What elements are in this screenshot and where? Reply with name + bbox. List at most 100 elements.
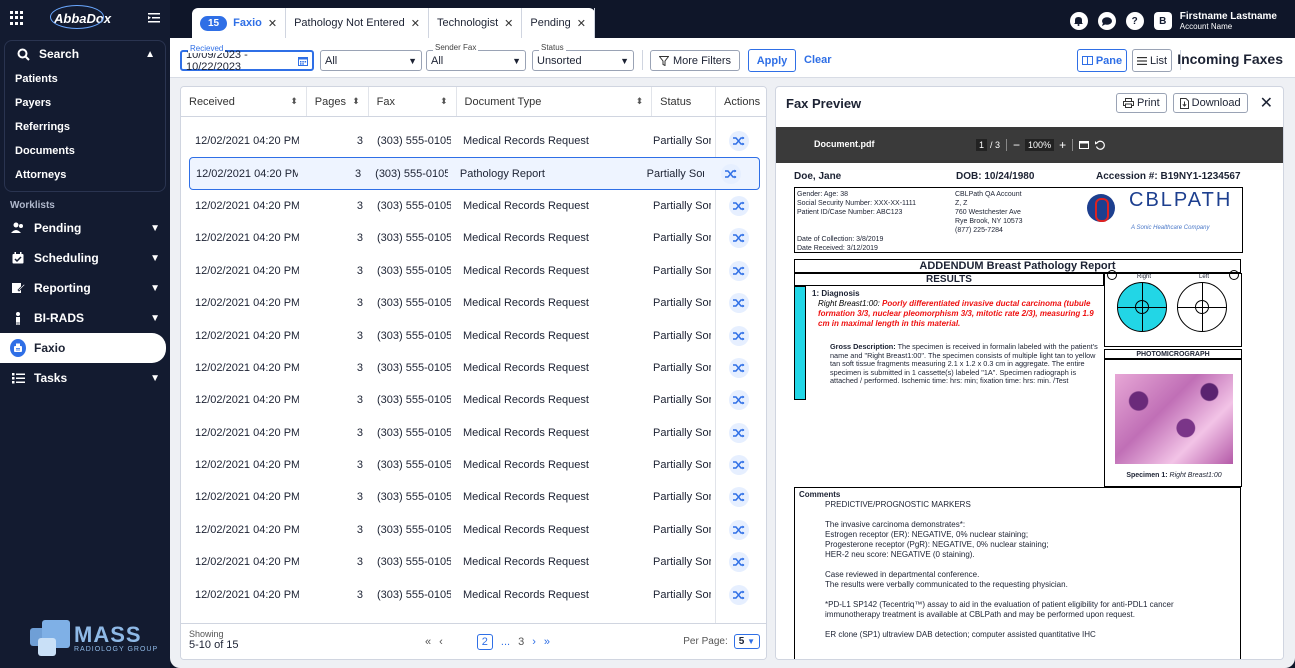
zoom-out-icon[interactable]: −: [1013, 138, 1020, 152]
apps-grid-icon[interactable]: [10, 11, 24, 25]
sidebar-subitem-referrings[interactable]: Referrings: [5, 115, 165, 139]
close-icon[interactable]: ✕: [1260, 93, 1273, 113]
received-date-range-field[interactable]: Recieved 10/09/2023 - 10/22/2023: [180, 44, 314, 73]
prev-page-icon[interactable]: ‹: [439, 636, 443, 648]
shuffle-icon[interactable]: [729, 293, 749, 314]
next-page-icon[interactable]: ›: [532, 636, 536, 648]
table-row[interactable]: 12/02/2021 04:20 PM 3 (303) 555-0105 Medica…: [181, 578, 766, 610]
sidebar-subitem-attorneys[interactable]: Attorneys: [5, 163, 165, 187]
download-button[interactable]: Download: [1172, 93, 1248, 113]
status-select[interactable]: Status Unsorted ▼: [532, 43, 634, 71]
tab-faxio[interactable]: 15 Faxio ✕: [192, 8, 287, 38]
sidebar-item-faxio[interactable]: Faxio: [0, 333, 166, 363]
shuffle-icon[interactable]: [729, 131, 749, 152]
shuffle-icon[interactable]: [729, 519, 749, 540]
cell-pages: 3: [356, 459, 363, 472]
table-row[interactable]: 12/02/2021 04:20 PM 3 (303) 555-0105 Medica…: [181, 222, 766, 254]
table-row[interactable]: 12/02/2021 04:20 PM 3 (303) 555-0105 Medica…: [181, 481, 766, 513]
user-info[interactable]: Firstname Lastname Account Name: [1180, 11, 1277, 31]
sidebar-subitem-documents[interactable]: Documents: [5, 139, 165, 163]
sidebar-item-tasks[interactable]: Tasks ▼: [0, 363, 170, 393]
shuffle-icon[interactable]: [721, 163, 742, 184]
table-row[interactable]: 12/02/2021 04:20 PM 3 (303) 555-0105 Medica…: [181, 384, 766, 416]
sidebar-item-reporting[interactable]: Reporting ▼: [0, 273, 170, 303]
table-row[interactable]: 12/02/2021 04:20 PM 3 (303) 555-0105 Pathol…: [189, 157, 760, 190]
more-filters-button[interactable]: More Filters: [650, 50, 740, 71]
cell-received: 12/02/2021 04:20 PM: [195, 523, 299, 536]
column-header-received[interactable]: Received ⬍: [181, 87, 307, 116]
apply-button[interactable]: Apply: [748, 49, 796, 72]
page-current[interactable]: 2: [476, 634, 493, 650]
first-page-icon[interactable]: «: [425, 636, 431, 648]
close-icon[interactable]: ✕: [411, 17, 420, 30]
sidebar-item-pending[interactable]: Pending ▼: [0, 213, 170, 243]
close-icon[interactable]: ✕: [577, 17, 586, 30]
table-row[interactable]: 12/02/2021 04:20 PM 3 (303) 555-0105 Medica…: [181, 417, 766, 449]
sidebar-item-scheduling[interactable]: Scheduling ▼: [0, 243, 170, 273]
chat-icon[interactable]: [1097, 12, 1116, 30]
shuffle-icon[interactable]: [729, 357, 749, 378]
table-row[interactable]: 12/02/2021 04:20 PM 3 (303) 555-0105 Medica…: [181, 319, 766, 351]
clear-button[interactable]: Clear: [804, 54, 832, 66]
cell-status: Partially Sorted: [653, 232, 711, 245]
sort-icon[interactable]: ⬍: [636, 96, 644, 107]
notifications-bell-icon[interactable]: [1069, 12, 1088, 30]
sort-icon[interactable]: ⬍: [290, 96, 298, 107]
table-row[interactable]: 12/02/2021 04:20 PM 3 (303) 555-0105 Medica…: [181, 255, 766, 287]
zoom-in-icon[interactable]: +: [1059, 138, 1066, 152]
table-row[interactable]: 12/02/2021 04:20 PM 3 (303) 555-0105 Medica…: [181, 546, 766, 578]
close-icon[interactable]: ✕: [504, 17, 513, 30]
sidebar-item-birads[interactable]: BI-RADS ▼: [0, 303, 170, 333]
per-page-select[interactable]: 5 ▼: [733, 634, 760, 649]
shuffle-icon[interactable]: [729, 195, 749, 216]
column-header-fax[interactable]: Fax ⬍: [369, 87, 457, 116]
last-page-icon[interactable]: »: [544, 636, 550, 648]
shuffle-icon[interactable]: [729, 584, 749, 605]
table-row[interactable]: 12/02/2021 04:20 PM 3 (303) 555-0105 Medica…: [181, 287, 766, 319]
column-header-document-type[interactable]: Document Type ⬍: [457, 87, 653, 116]
shuffle-icon[interactable]: [729, 487, 749, 508]
shuffle-icon[interactable]: [729, 455, 749, 476]
table-row[interactable]: 12/02/2021 04:20 PM 3 (303) 555-0105 Medica…: [181, 190, 766, 222]
zoom-level[interactable]: 100%: [1025, 139, 1055, 151]
sort-icon[interactable]: ⬍: [440, 96, 448, 107]
print-button[interactable]: Print: [1116, 93, 1167, 113]
collapse-menu-icon[interactable]: [148, 12, 160, 24]
pdf-page-input[interactable]: 1: [976, 139, 988, 151]
page-next-number[interactable]: 3: [518, 636, 524, 648]
shuffle-icon[interactable]: [729, 260, 749, 281]
column-header-pages[interactable]: Pages ⬍: [307, 87, 369, 116]
sidebar-subitem-patients[interactable]: Patients: [5, 67, 165, 91]
tab-technologist[interactable]: Technologist ✕: [429, 8, 523, 38]
sender-fax-value: All: [431, 54, 444, 67]
column-header-status[interactable]: Status: [652, 87, 717, 116]
list-view-button[interactable]: List: [1132, 49, 1172, 72]
sender-fax-select[interactable]: Sender Fax All ▼: [426, 43, 526, 71]
rotate-icon[interactable]: [1095, 140, 1105, 150]
date-preset-select[interactable]: All ▼: [320, 50, 422, 71]
help-icon[interactable]: ?: [1125, 12, 1144, 30]
table-row[interactable]: 12/02/2021 04:20 PM 3 (303) 555-0105 Medica…: [181, 514, 766, 546]
table-row[interactable]: 12/02/2021 04:20 PM 3 (303) 555-0105 Medica…: [181, 449, 766, 481]
shuffle-icon[interactable]: [729, 325, 749, 346]
table-row[interactable]: 12/02/2021 04:20 PM 3 (303) 555-0105 Medica…: [181, 125, 766, 157]
avatar[interactable]: B: [1153, 12, 1172, 30]
cell-received: 12/02/2021 04:20 PM: [195, 459, 299, 472]
calendar-icon[interactable]: [298, 56, 308, 66]
sidebar-item-search[interactable]: Search ▲: [5, 41, 165, 67]
shuffle-icon[interactable]: [729, 390, 749, 411]
shuffle-icon[interactable]: [729, 422, 749, 443]
fit-page-icon[interactable]: [1079, 141, 1090, 149]
table-row[interactable]: 12/02/2021 04:20 PM 3 (303) 555-0105 Medica…: [181, 352, 766, 384]
shuffle-icon[interactable]: [729, 228, 749, 249]
tab-pending[interactable]: Pending ✕: [522, 8, 595, 38]
cell-actions: [711, 584, 766, 605]
shuffle-icon[interactable]: [729, 552, 749, 573]
cell-status: Partially Sorted: [653, 329, 711, 342]
pane-view-button[interactable]: Pane: [1077, 49, 1127, 72]
close-icon[interactable]: ✕: [268, 17, 277, 30]
sort-icon[interactable]: ⬍: [352, 96, 360, 107]
page-ellipsis[interactable]: ...: [501, 636, 510, 648]
tab-pathology-not-entered[interactable]: Pathology Not Entered ✕: [286, 8, 429, 38]
sidebar-subitem-payers[interactable]: Payers: [5, 91, 165, 115]
